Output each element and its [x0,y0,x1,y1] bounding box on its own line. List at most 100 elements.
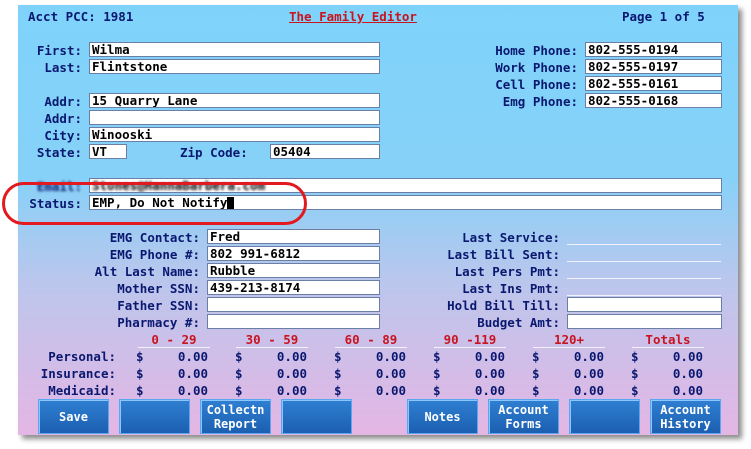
budget-amt-field[interactable] [567,314,722,329]
aging-header-90-119: 90 -119 [434,332,506,348]
work-phone-label: Work Phone: [495,60,578,75]
aging-amount: 0.00 [276,349,307,364]
last-pers-pmt-label: Last Pers Pmt: [454,264,560,279]
aging-header-60-89: 60 - 89 [335,332,407,348]
aging-currency-sign: $ [631,383,639,398]
emg-phone-field[interactable]: 802-555-0168 [585,93,722,108]
emg-phone-number-field[interactable]: 802 991-6812 [207,246,380,261]
aging-amount: 0.00 [573,383,604,398]
city-label: City: [44,128,82,143]
aging-amount: 0.00 [672,366,703,381]
aging-amount: 0.00 [177,366,208,381]
aging-currency-sign: $ [136,366,144,381]
first-label: First: [36,43,82,58]
budget-amt-label: Budget Amt: [477,315,560,330]
account-forms-button[interactable]: Account Forms [488,399,559,434]
home-phone-field[interactable]: 802-555-0194 [585,42,722,57]
mother-ssn-label: Mother SSN: [117,281,200,296]
last-label: Last: [44,60,82,75]
aging-currency-sign: $ [334,366,342,381]
father-ssn-field[interactable] [207,297,380,312]
last-bill-value [567,261,721,262]
aging-header-120-plus: 120+ [533,332,605,348]
cell-phone-field[interactable]: 802-555-0161 [585,76,722,91]
aging-currency-sign: $ [631,366,639,381]
aging-currency-sign: $ [136,383,144,398]
pharmacy-field[interactable] [207,314,380,329]
aging-row-label: Insurance: [40,366,116,381]
notes-button[interactable]: Notes [407,399,478,434]
emg-contact-field[interactable]: Fred [207,229,380,244]
last-ins-pmt-value [567,295,721,296]
aging-currency-sign: $ [433,349,441,364]
aging-currency-sign: $ [235,366,243,381]
function-button-2[interactable] [119,399,190,434]
aging-currency-sign: $ [532,349,540,364]
aging-amount: 0.00 [276,383,307,398]
aging-amount: 0.00 [672,349,703,364]
state-label: State: [36,145,82,160]
aging-amount: 0.00 [672,383,703,398]
aging-currency-sign: $ [334,349,342,364]
aging-amount: 0.00 [474,383,505,398]
aging-amount: 0.00 [573,349,604,364]
aging-currency-sign: $ [235,349,243,364]
hold-bill-till-field[interactable] [567,297,722,312]
alt-last-name-label: Alt Last Name: [94,264,200,279]
aging-amount: 0.00 [474,349,505,364]
first-name-field[interactable]: Wilma [89,42,380,57]
aging-currency-sign: $ [433,366,441,381]
emg-phone-label: Emg Phone: [502,94,578,109]
emg-contact-label: EMG Contact: [109,230,200,245]
aging-header-30-59: 30 - 59 [236,332,308,348]
aging-currency-sign: $ [235,383,243,398]
aging-amount: 0.00 [177,349,208,364]
emg-phone-number-label: EMG Phone #: [109,247,200,262]
page-title: The Family Editor [289,9,417,24]
city-field[interactable]: Winooski [89,127,380,142]
address-line1-field[interactable]: 15 Quarry Lane [89,93,380,108]
zip-label: Zip Code: [180,145,248,160]
last-service-label: Last Service: [462,230,560,245]
function-button-4[interactable] [281,399,352,434]
aging-amount: 0.00 [375,349,406,364]
account-history-button[interactable]: Account History [650,399,721,434]
hold-bill-till-label: Hold Bill Till: [447,298,560,313]
last-pers-pmt-value [567,278,721,279]
pharmacy-label: Pharmacy #: [117,315,200,330]
page-indicator: Page 1 of 5 [622,9,705,24]
addr-label: Addr: [44,94,82,109]
address-line2-field[interactable] [89,110,380,125]
addr2-label: Addr: [44,111,82,126]
last-ins-pmt-label: Last Ins Pmt: [462,281,560,296]
home-phone-label: Home Phone: [495,43,578,58]
aging-amount: 0.00 [375,366,406,381]
aging-row-label: Medicaid: [48,383,116,398]
save-button[interactable]: Save [38,399,109,434]
aging-header-0-29: 0 - 29 [138,332,210,348]
aging-amount: 0.00 [474,366,505,381]
aging-amount: 0.00 [375,383,406,398]
aging-amount: 0.00 [276,366,307,381]
aging-currency-sign: $ [631,349,639,364]
aging-currency-sign: $ [136,349,144,364]
aging-row-label: Personal: [48,349,116,364]
aging-amount: 0.00 [177,383,208,398]
collectn-report-button[interactable]: Collectn Report [200,399,271,434]
aging-header-totals: Totals [632,332,704,348]
mother-ssn-field[interactable]: 439-213-8174 [207,280,380,295]
aging-currency-sign: $ [334,383,342,398]
last-name-field[interactable]: Flintstone [89,59,380,74]
account-label: Acct PCC: 1981 [28,9,134,24]
zip-code-field[interactable]: 05404 [270,144,380,159]
aging-currency-sign: $ [433,383,441,398]
aging-amount: 0.00 [573,366,604,381]
work-phone-field[interactable]: 802-555-0197 [585,59,722,74]
last-bill-label: Last Bill Sent: [447,247,560,262]
aging-currency-sign: $ [532,366,540,381]
cell-phone-label: Cell Phone: [495,77,578,92]
function-button-7[interactable] [569,399,640,434]
aging-currency-sign: $ [532,383,540,398]
state-field[interactable]: VT [89,144,127,159]
alt-last-name-field[interactable]: Rubble [207,263,380,278]
